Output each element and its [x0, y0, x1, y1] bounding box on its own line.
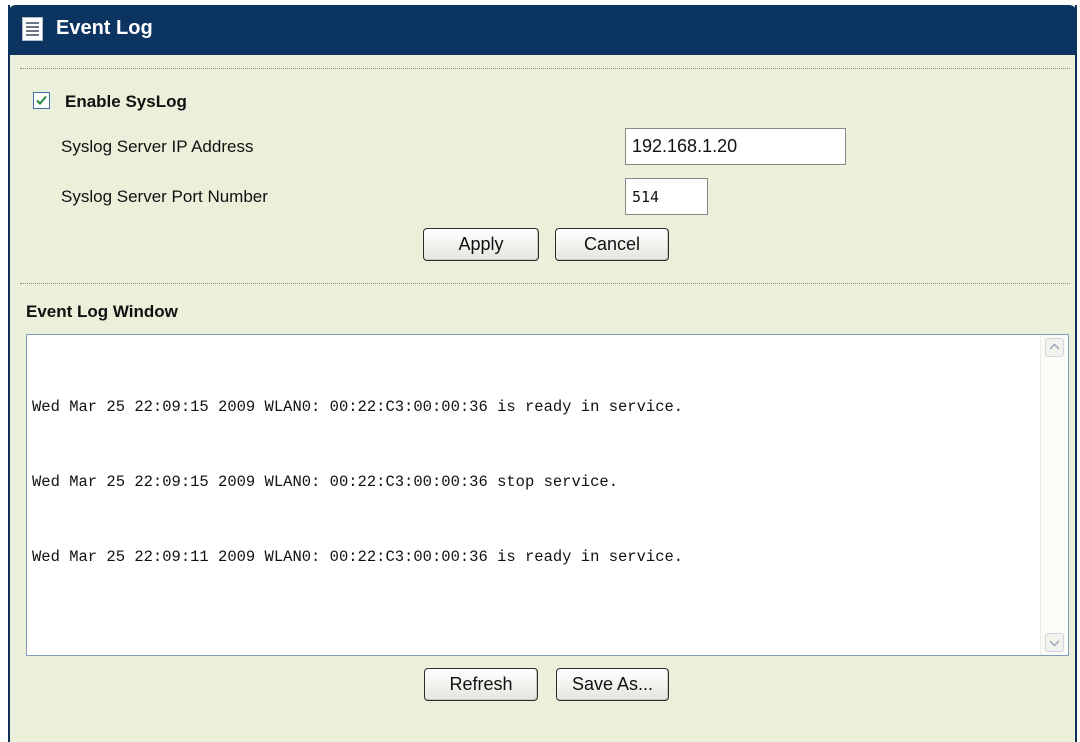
- refresh-button[interactable]: Refresh: [424, 668, 538, 701]
- title-bar: Event Log: [8, 5, 1077, 55]
- syslog-port-label: Syslog Server Port Number: [61, 187, 268, 206]
- syslog-port-input[interactable]: 514: [625, 178, 708, 215]
- page-title: Event Log: [56, 17, 153, 39]
- syslog-ip-input[interactable]: 192.168.1.20: [625, 128, 846, 165]
- scroll-up-arrow-icon[interactable]: [1045, 338, 1064, 357]
- enable-syslog-checkbox[interactable]: [33, 92, 50, 109]
- syslog-ip-label: Syslog Server IP Address: [61, 137, 254, 156]
- log-line: Wed Mar 25 22:09:15 2009 WLAN0: 00:22:C3…: [32, 473, 618, 491]
- save-as-button[interactable]: Save As...: [556, 668, 669, 701]
- divider-middle: [20, 283, 1070, 284]
- enable-syslog-label: Enable SysLog: [65, 92, 187, 111]
- log-line: Wed Mar 25 22:09:11 2009 WLAN0: 00:22:C3…: [32, 548, 684, 566]
- divider-top: [20, 68, 1070, 69]
- event-log-textarea[interactable]: Wed Mar 25 22:09:15 2009 WLAN0: 00:22:C3…: [26, 334, 1069, 656]
- log-scrollbar[interactable]: [1040, 335, 1068, 655]
- cancel-button[interactable]: Cancel: [555, 228, 669, 261]
- log-line: Wed Mar 25 22:09:15 2009 WLAN0: 00:22:C3…: [32, 398, 684, 416]
- event-log-window-title: Event Log Window: [26, 302, 178, 321]
- scroll-down-arrow-icon[interactable]: [1045, 633, 1064, 652]
- apply-button[interactable]: Apply: [423, 228, 539, 261]
- document-list-icon: [22, 17, 43, 41]
- log-lines: Wed Mar 25 22:09:15 2009 WLAN0: 00:22:C3…: [32, 345, 683, 620]
